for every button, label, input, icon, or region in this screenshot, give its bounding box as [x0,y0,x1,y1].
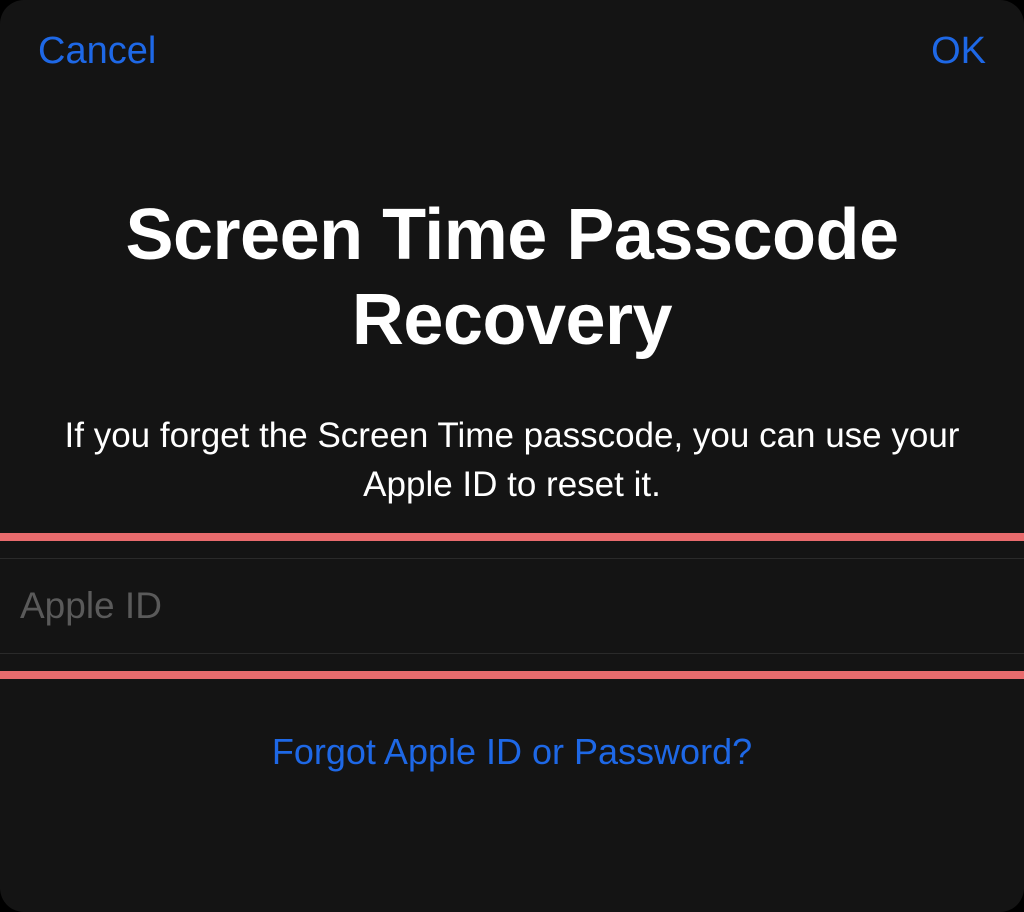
highlight-line-bottom [0,671,1024,679]
modal-content: Screen Time Passcode Recovery If you for… [0,85,1024,773]
highlight-line-top [0,533,1024,541]
ok-button[interactable]: OK [931,18,986,85]
apple-id-input[interactable] [0,558,1024,654]
forgot-apple-id-link[interactable]: Forgot Apple ID or Password? [272,731,752,773]
page-title: Screen Time Passcode Recovery [0,193,1024,363]
passcode-recovery-modal: Cancel OK Screen Time Passcode Recovery … [0,0,1024,912]
page-subtitle: If you forget the Screen Time passcode, … [0,411,1024,509]
cancel-button[interactable]: Cancel [38,18,156,85]
input-wrapper [0,541,1024,671]
modal-header: Cancel OK [0,0,1024,85]
input-section [0,533,1024,679]
